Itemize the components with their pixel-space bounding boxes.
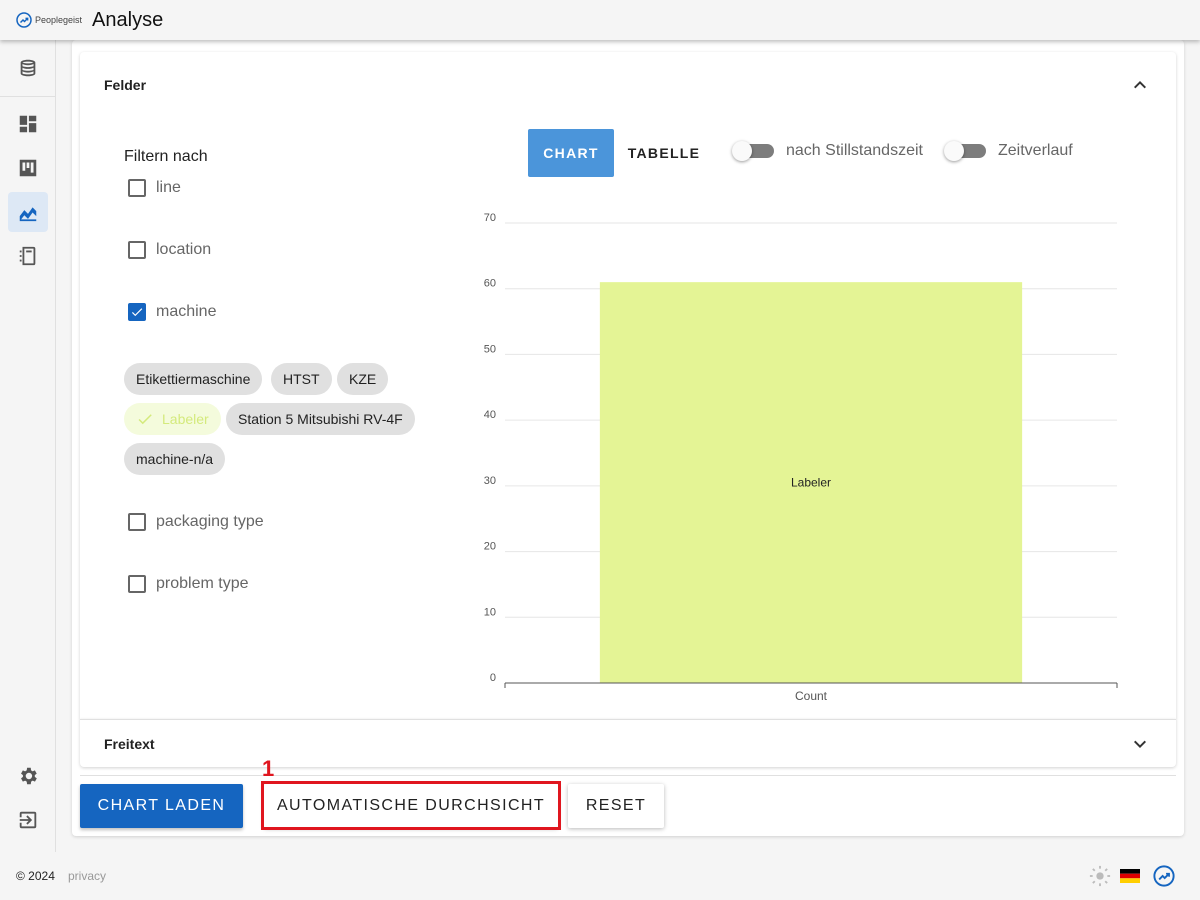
- chart-view-button[interactable]: CHART: [528, 129, 614, 177]
- chip-etikettiermaschine[interactable]: Etikettiermaschine: [124, 363, 263, 395]
- timeline-switch[interactable]: Zeitverlauf: [944, 141, 1073, 161]
- x-tick-label: Count: [795, 689, 828, 702]
- y-tick-label: 70: [484, 212, 496, 224]
- annotation-marker: 1: [262, 756, 275, 781]
- kanban-icon: [19, 159, 37, 177]
- chip-station-5[interactable]: Station 5 Mitsubishi RV-4F: [226, 403, 415, 435]
- y-tick-label: 0: [490, 672, 496, 684]
- copyright: © 2024: [16, 869, 55, 883]
- switch-track[interactable]: [944, 141, 986, 161]
- filter-packaging-type[interactable]: packaging type: [128, 513, 264, 531]
- analytics-icon: [19, 207, 37, 222]
- logout-icon: [19, 811, 37, 829]
- brand-logo-icon: [1153, 865, 1175, 887]
- filter-label: problem type: [156, 575, 249, 592]
- filter-location[interactable]: location: [128, 241, 211, 259]
- checkbox[interactable]: [128, 575, 146, 593]
- y-tick-label: 40: [484, 409, 496, 421]
- switch-thumb[interactable]: [732, 141, 752, 161]
- checkbox[interactable]: [128, 513, 146, 531]
- sidebar: [0, 40, 56, 852]
- bar-label: Labeler: [791, 476, 831, 490]
- bar-chart: 0 10 20 30 40 50 60 70 Labeler Count: [484, 212, 1118, 702]
- y-tick-label: 50: [484, 343, 496, 355]
- reset-button[interactable]: Reset: [568, 784, 664, 828]
- sidebar-item-dashboard[interactable]: [8, 104, 48, 144]
- filter-line[interactable]: line: [128, 179, 181, 197]
- language-switch[interactable]: [1118, 864, 1142, 888]
- database-icon: [20, 59, 36, 77]
- top-app-bar: Peoplegeist Analyse: [0, 0, 1200, 40]
- sidebar-item-database[interactable]: [8, 48, 48, 88]
- switch-track[interactable]: [732, 141, 774, 161]
- chip-label: Labeler: [162, 411, 209, 427]
- filter-machine[interactable]: machine: [128, 303, 216, 321]
- y-tick-label: 20: [484, 541, 496, 553]
- brand-name: Peoplegeist: [35, 15, 83, 25]
- filter-label: packaging type: [156, 513, 264, 530]
- sun-icon: [1089, 865, 1111, 887]
- sidebar-item-logout[interactable]: [8, 800, 48, 840]
- notebook-icon: [19, 246, 36, 266]
- sidebar-item-board[interactable]: [8, 148, 48, 188]
- panel-felder-header[interactable]: Felder: [80, 52, 1176, 118]
- filter-problem-type[interactable]: problem type: [128, 575, 249, 593]
- sidebar-item-analytics[interactable]: [8, 192, 48, 232]
- panel-freitext-header[interactable]: Freitext: [80, 720, 1176, 768]
- theme-toggle[interactable]: [1088, 864, 1112, 888]
- brand[interactable]: Peoplegeist: [16, 12, 82, 28]
- gear-icon: [21, 767, 37, 785]
- chip-machine-na[interactable]: machine-n/a: [124, 443, 226, 475]
- downtime-switch[interactable]: nach Stillstandszeit: [732, 141, 923, 161]
- filter-label: machine: [156, 303, 217, 320]
- sidebar-item-settings[interactable]: [8, 756, 48, 796]
- switch-label: Zeitverlauf: [998, 142, 1073, 159]
- brand-link[interactable]: [1152, 864, 1176, 888]
- page-title: Analyse: [92, 8, 164, 31]
- checkbox[interactable]: [128, 179, 146, 197]
- brand-logo-icon: [16, 12, 32, 28]
- table-view-button[interactable]: TABELLE: [614, 129, 714, 177]
- checkbox-checked[interactable]: [128, 303, 146, 321]
- y-tick-label: 30: [484, 475, 496, 487]
- filter-label: line: [156, 179, 181, 196]
- panel-felder-title: Felder: [104, 77, 147, 93]
- dashboard-icon: [19, 115, 37, 133]
- y-tick-label: 60: [484, 278, 496, 290]
- switch-label: nach Stillstandszeit: [786, 142, 923, 159]
- panel-freitext-title: Freitext: [104, 736, 155, 752]
- auto-review-button[interactable]: Automatische Durchsicht: [264, 784, 558, 828]
- chip-htst[interactable]: HTST: [271, 363, 332, 395]
- footer: © 2024 privacy: [0, 852, 1200, 900]
- actions-divider: [80, 775, 1176, 776]
- filter-heading: Filtern nach: [124, 148, 208, 165]
- privacy-link[interactable]: privacy: [68, 869, 106, 883]
- y-tick-label: 10: [484, 606, 496, 618]
- check-icon: [138, 414, 152, 425]
- load-chart-button[interactable]: Chart laden: [80, 784, 243, 828]
- checkbox[interactable]: [128, 241, 146, 259]
- chip-kze[interactable]: KZE: [337, 363, 389, 395]
- filter-label: location: [156, 241, 212, 258]
- panel-freitext: Freitext: [80, 719, 1176, 767]
- panel-felder: Felder Filtern nach line location machin…: [80, 52, 1176, 719]
- german-flag-icon: [1120, 869, 1140, 883]
- sidebar-item-notebook[interactable]: [8, 236, 48, 276]
- chevron-up-icon[interactable]: [1128, 73, 1152, 97]
- chip-labeler[interactable]: Labeler: [124, 403, 221, 435]
- switch-thumb[interactable]: [944, 141, 964, 161]
- check-icon: [131, 308, 143, 317]
- sidebar-divider: [0, 96, 56, 97]
- analysis-card: Felder Filtern nach line location machin…: [72, 40, 1184, 836]
- chevron-down-icon[interactable]: [1128, 732, 1152, 756]
